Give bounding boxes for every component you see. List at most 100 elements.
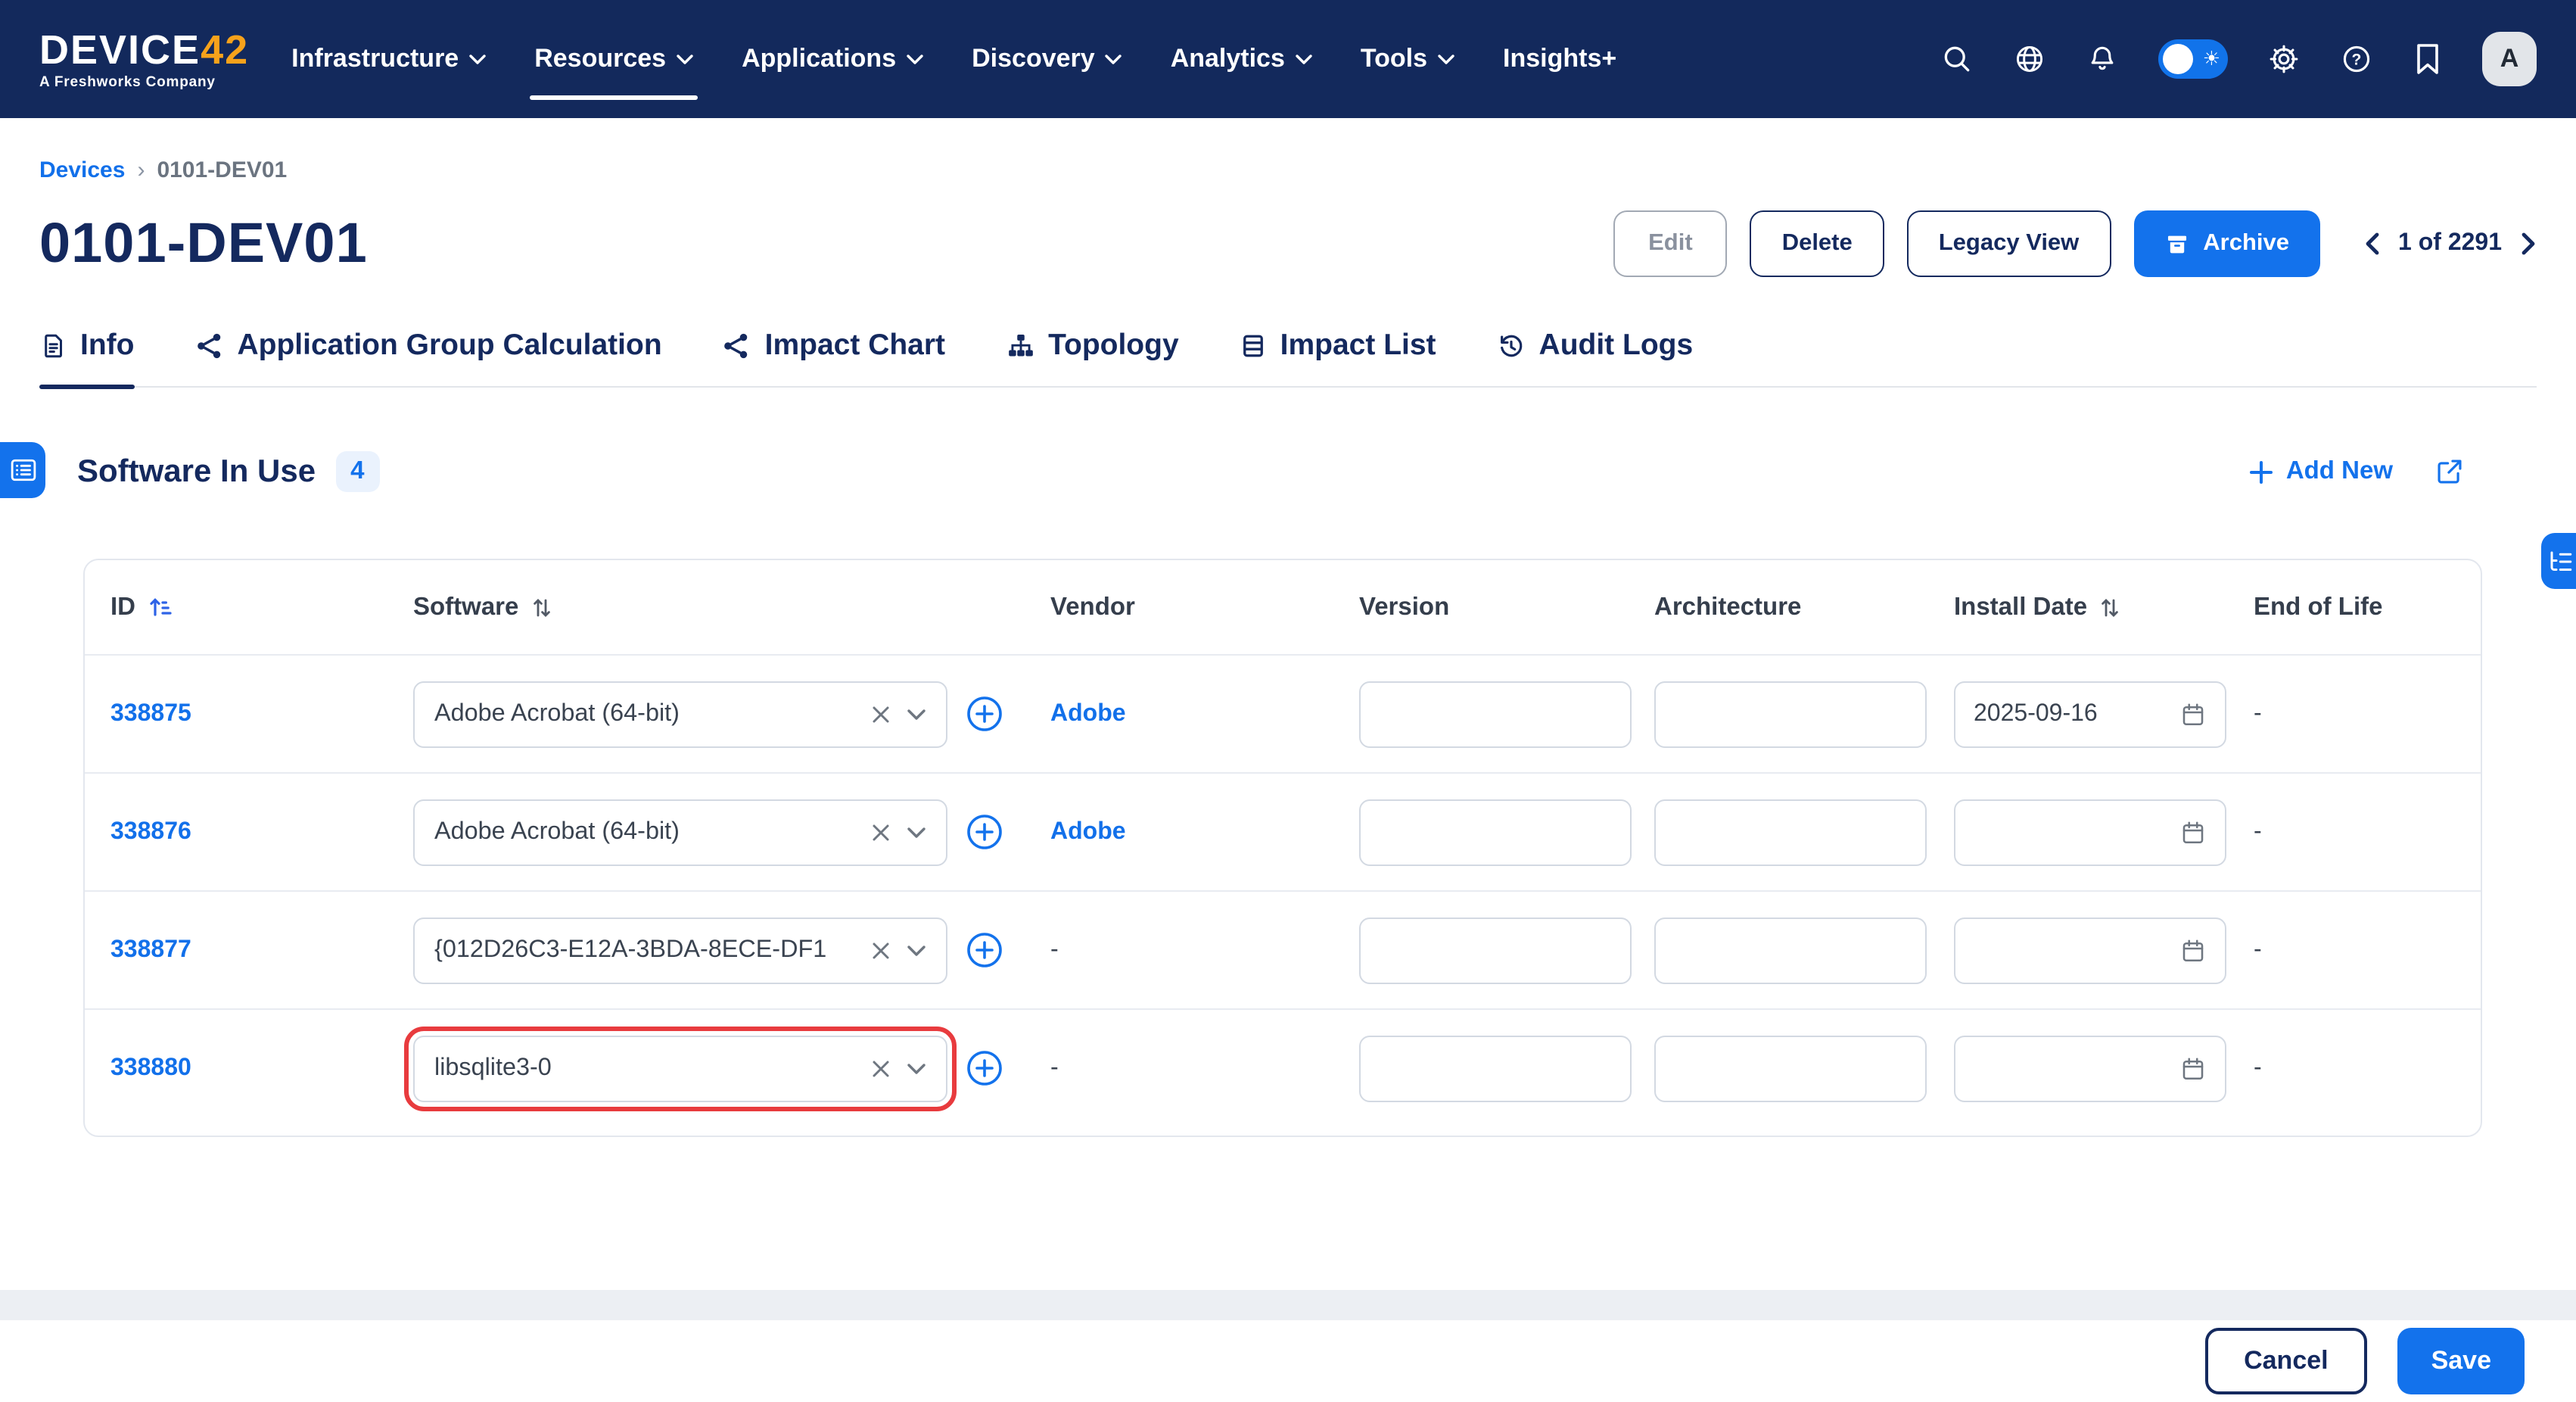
menu-infrastructure[interactable]: Infrastructure bbox=[291, 32, 486, 86]
menu-tools[interactable]: Tools bbox=[1361, 32, 1454, 86]
menu-applications[interactable]: Applications bbox=[742, 32, 923, 86]
cancel-button[interactable]: Cancel bbox=[2204, 1328, 2368, 1394]
architecture-input[interactable] bbox=[1654, 917, 1927, 983]
chevron-down-icon[interactable] bbox=[907, 826, 926, 838]
add-software-icon[interactable] bbox=[966, 1049, 1003, 1087]
software-select-highlighted[interactable]: libsqlite3-0 bbox=[413, 1035, 947, 1101]
vendor-value: - bbox=[1050, 936, 1059, 962]
tab-topology[interactable]: Topology bbox=[1006, 329, 1179, 386]
column-header-id[interactable]: ID bbox=[85, 593, 387, 622]
calendar-icon[interactable] bbox=[2179, 936, 2207, 964]
vendor-link[interactable]: Adobe bbox=[1050, 700, 1126, 726]
chevron-down-icon bbox=[907, 54, 923, 64]
add-new-button[interactable]: Add New bbox=[2250, 457, 2393, 486]
tab-info[interactable]: Info bbox=[39, 329, 134, 386]
open-in-new-icon[interactable] bbox=[2435, 457, 2464, 486]
calendar-icon[interactable] bbox=[2179, 1055, 2207, 1082]
tab-audit-logs[interactable]: Audit Logs bbox=[1497, 329, 1694, 386]
architecture-input[interactable] bbox=[1654, 1035, 1927, 1101]
add-software-icon[interactable] bbox=[966, 931, 1003, 969]
legacy-view-button[interactable]: Legacy View bbox=[1907, 210, 2111, 277]
version-input[interactable] bbox=[1359, 1035, 1632, 1101]
add-software-icon[interactable] bbox=[966, 695, 1003, 733]
table-row: 338880 libsqlite3-0 - - bbox=[85, 1008, 2481, 1126]
software-id-link[interactable]: 338875 bbox=[110, 700, 191, 726]
prev-record-icon[interactable] bbox=[2363, 232, 2380, 256]
column-header-install-date[interactable]: Install Date bbox=[1928, 593, 2228, 622]
column-header-version[interactable]: Version bbox=[1333, 593, 1629, 622]
install-date-input[interactable]: 2025-09-16 bbox=[1954, 681, 2226, 747]
software-select-value: Adobe Acrobat (64-bit) bbox=[434, 699, 855, 728]
globe-icon[interactable] bbox=[2013, 42, 2046, 76]
version-input[interactable] bbox=[1359, 799, 1632, 865]
top-nav: DEVICE42 A Freshworks Company Infrastruc… bbox=[0, 0, 2576, 118]
tab-application-group-calculation[interactable]: Application Group Calculation bbox=[194, 329, 661, 386]
help-icon[interactable]: ? bbox=[2340, 42, 2373, 76]
record-pagination: 1 of 2291 bbox=[2363, 230, 2537, 257]
sort-ascending-icon bbox=[148, 595, 172, 619]
device42-logo[interactable]: DEVICE42 A Freshworks Company bbox=[39, 28, 249, 90]
save-button[interactable]: Save bbox=[2398, 1328, 2525, 1394]
software-table: ID Software Vendor Version Architecture … bbox=[83, 559, 2482, 1137]
edit-button[interactable]: Edit bbox=[1613, 210, 1728, 277]
archive-button[interactable]: Archive bbox=[2133, 210, 2319, 277]
software-select-value: Adobe Acrobat (64-bit) bbox=[434, 818, 855, 846]
avatar[interactable]: A bbox=[2482, 32, 2537, 86]
software-id-link[interactable]: 338877 bbox=[110, 936, 191, 962]
software-select[interactable]: {012D26C3-E12A-3BDA-8ECE-DF1 bbox=[413, 917, 947, 983]
bookmark-icon[interactable] bbox=[2413, 42, 2443, 76]
page-content: Devices › 0101-DEV01 0101-DEV01 Edit Del… bbox=[0, 157, 2576, 1137]
software-select[interactable]: Adobe Acrobat (64-bit) bbox=[413, 681, 947, 747]
nav-utilities: ☀ ? A bbox=[1940, 32, 2537, 86]
clear-icon[interactable] bbox=[870, 821, 891, 843]
version-input[interactable] bbox=[1359, 917, 1632, 983]
software-id-link[interactable]: 338876 bbox=[110, 818, 191, 844]
install-date-input[interactable] bbox=[1954, 1035, 2226, 1101]
menu-analytics[interactable]: Analytics bbox=[1171, 32, 1312, 86]
page-title: 0101-DEV01 bbox=[39, 210, 368, 277]
install-date-input[interactable] bbox=[1954, 917, 2226, 983]
left-panel-toggle[interactable] bbox=[0, 442, 45, 498]
architecture-input[interactable] bbox=[1654, 799, 1927, 865]
search-icon[interactable] bbox=[1940, 42, 1974, 76]
menu-resources[interactable]: Resources bbox=[534, 32, 693, 86]
column-header-software[interactable]: Software bbox=[387, 593, 1025, 622]
tab-impact-list[interactable]: Impact List bbox=[1240, 329, 1436, 386]
chevron-down-icon[interactable] bbox=[907, 944, 926, 956]
clear-icon[interactable] bbox=[870, 703, 891, 724]
settings-icon[interactable] bbox=[2267, 42, 2301, 76]
calendar-icon[interactable] bbox=[2179, 700, 2207, 727]
add-software-icon[interactable] bbox=[966, 813, 1003, 851]
right-panel-toggle[interactable] bbox=[2541, 533, 2576, 589]
vendor-link[interactable]: Adobe bbox=[1050, 818, 1126, 844]
chevron-down-icon[interactable] bbox=[907, 708, 926, 720]
delete-button[interactable]: Delete bbox=[1750, 210, 1884, 277]
column-header-architecture[interactable]: Architecture bbox=[1629, 593, 1928, 622]
next-record-icon[interactable] bbox=[2520, 232, 2537, 256]
menu-discovery[interactable]: Discovery bbox=[972, 32, 1122, 86]
vendor-value: - bbox=[1050, 1055, 1059, 1080]
clear-icon[interactable] bbox=[870, 939, 891, 961]
chevron-down-icon[interactable] bbox=[907, 1062, 926, 1074]
theme-toggle[interactable]: ☀ bbox=[2158, 39, 2228, 79]
logo-accent: 42 bbox=[201, 26, 249, 72]
notifications-icon[interactable] bbox=[2086, 42, 2119, 76]
architecture-input[interactable] bbox=[1654, 681, 1927, 747]
column-header-end-of-life[interactable]: End of Life bbox=[2228, 593, 2481, 622]
menu-insights[interactable]: Insights+ bbox=[1503, 32, 1616, 86]
software-id-link[interactable]: 338880 bbox=[110, 1055, 191, 1080]
version-input[interactable] bbox=[1359, 681, 1632, 747]
share-icon bbox=[723, 332, 751, 360]
software-select[interactable]: Adobe Acrobat (64-bit) bbox=[413, 799, 947, 865]
tree-panel-icon bbox=[2547, 549, 2574, 573]
chevron-down-icon bbox=[469, 54, 486, 64]
breadcrumb-current: 0101-DEV01 bbox=[157, 157, 287, 183]
end-of-life-value: - bbox=[2254, 1055, 2262, 1080]
install-date-input[interactable] bbox=[1954, 799, 2226, 865]
clear-icon[interactable] bbox=[870, 1058, 891, 1079]
column-header-vendor[interactable]: Vendor bbox=[1025, 593, 1333, 622]
main-menu: Infrastructure Resources Applications Di… bbox=[291, 32, 1616, 86]
tab-impact-chart[interactable]: Impact Chart bbox=[723, 329, 945, 386]
calendar-icon[interactable] bbox=[2179, 818, 2207, 846]
breadcrumb-devices-link[interactable]: Devices bbox=[39, 157, 125, 183]
